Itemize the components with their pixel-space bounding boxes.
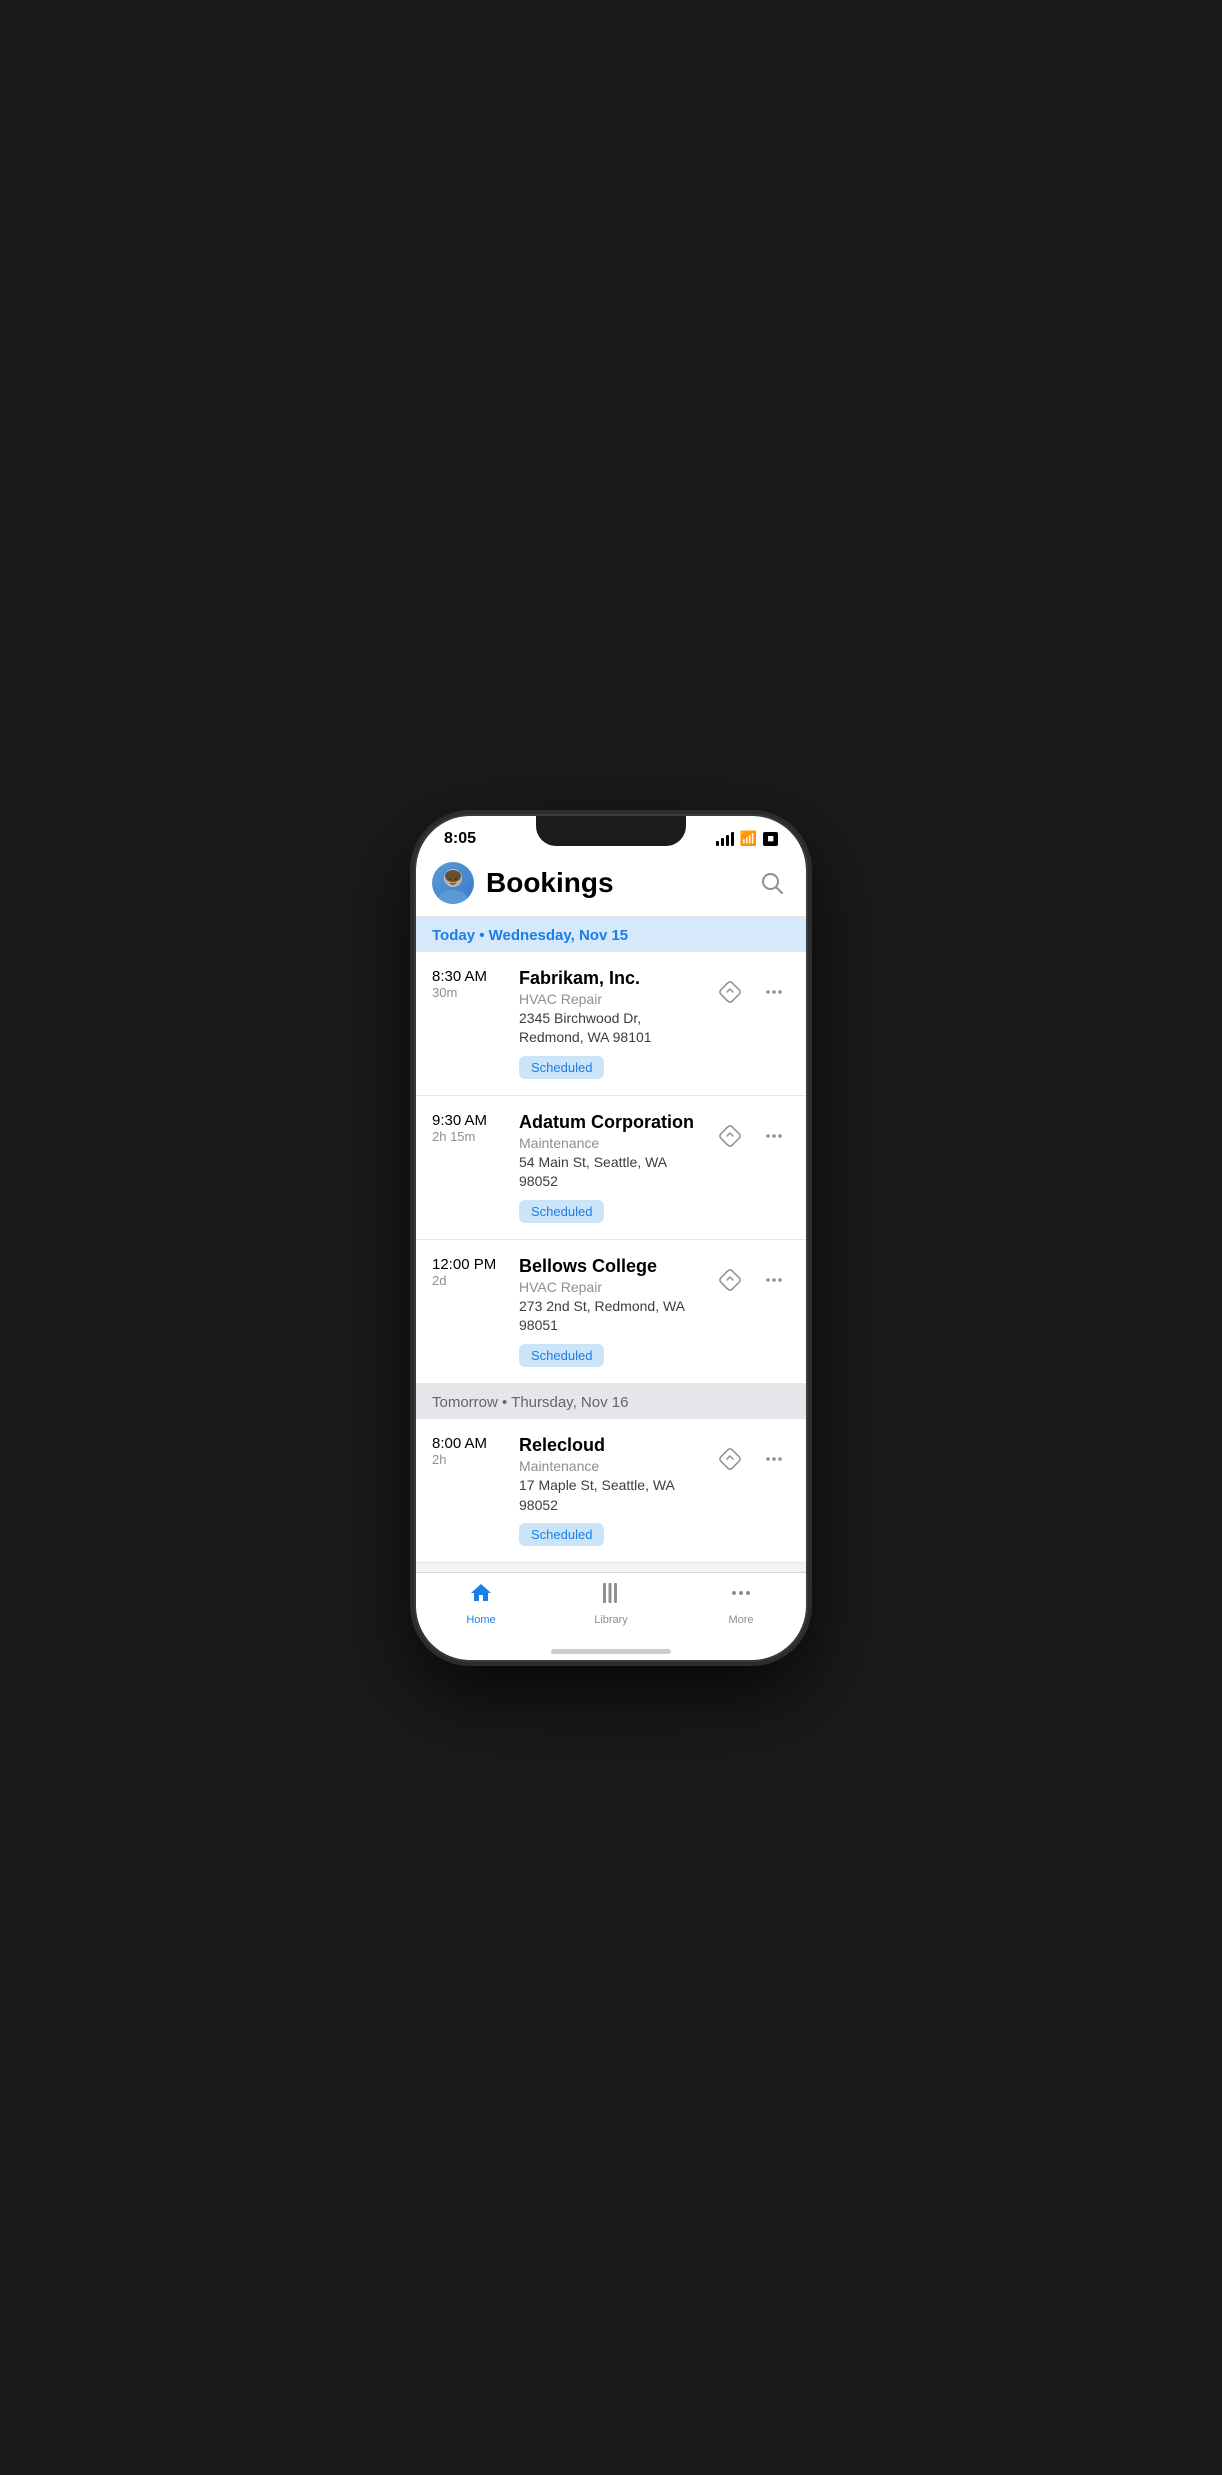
booking-actions-4 (714, 1435, 790, 1475)
navigate-button-2[interactable] (714, 1120, 746, 1152)
booking-time-4: 8:00 AM 2h (432, 1435, 507, 1467)
more-icon (764, 1126, 784, 1146)
status-badge-4: Scheduled (519, 1523, 604, 1546)
home-icon (469, 1581, 493, 1611)
tab-more-label: More (728, 1614, 753, 1626)
more-icon (764, 1449, 784, 1469)
booking-item: 9:30 AM 2h 15m Adatum Corporation Mainte… (416, 1096, 806, 1240)
notch (536, 816, 686, 846)
booking-time-3: 12:00 PM 2d (432, 1256, 507, 1288)
booking-actions-3 (714, 1256, 790, 1296)
home-indicator (551, 1649, 671, 1654)
tab-library-label: Library (594, 1614, 628, 1626)
navigate-icon (717, 979, 743, 1005)
status-icons: 📶 ■ (716, 830, 778, 847)
tab-bar: Home Library (416, 1572, 806, 1660)
status-badge-2: Scheduled (519, 1200, 604, 1223)
more-button-2[interactable] (758, 1120, 790, 1152)
more-icon (764, 1270, 784, 1290)
booking-details-2: Adatum Corporation Maintenance 54 Main S… (519, 1112, 706, 1223)
more-dots-icon (729, 1581, 753, 1611)
booking-actions-1 (714, 968, 790, 1008)
search-button[interactable] (754, 865, 790, 901)
date-header-today: Today • Wednesday, Nov 15 (416, 917, 806, 952)
scroll-content[interactable]: Today • Wednesday, Nov 15 8:30 AM 30m Fa… (416, 917, 806, 1601)
booking-details-3: Bellows College HVAC Repair 273 2nd St, … (519, 1256, 706, 1367)
booking-details-1: Fabrikam, Inc. HVAC Repair 2345 Birchwoo… (519, 968, 706, 1079)
status-badge-3: Scheduled (519, 1344, 604, 1367)
status-time: 8:05 (444, 830, 476, 848)
avatar[interactable] (432, 862, 474, 904)
status-badge-1: Scheduled (519, 1056, 604, 1079)
navigate-icon (717, 1446, 743, 1472)
battery-icon: ■ (763, 832, 778, 846)
booking-item: 12:00 PM 2d Bellows College HVAC Repair … (416, 1240, 806, 1384)
more-button-1[interactable] (758, 976, 790, 1008)
app-header: Bookings (416, 852, 806, 917)
tab-home-label: Home (466, 1614, 495, 1626)
more-button-3[interactable] (758, 1264, 790, 1296)
navigate-button-1[interactable] (714, 976, 746, 1008)
navigate-icon (717, 1123, 743, 1149)
booking-details-4: Relecloud Maintenance 17 Maple St, Seatt… (519, 1435, 706, 1546)
more-icon (764, 982, 784, 1002)
signal-icon (716, 832, 734, 846)
more-button-4[interactable] (758, 1443, 790, 1475)
tab-library[interactable]: Library (546, 1581, 676, 1626)
navigate-button-3[interactable] (714, 1264, 746, 1296)
wifi-icon: 📶 (740, 830, 757, 847)
phone-screen: 8:05 📶 ■ (416, 816, 806, 1660)
search-icon (761, 872, 783, 894)
booking-item: 8:30 AM 30m Fabrikam, Inc. HVAC Repair 2… (416, 952, 806, 1096)
date-header-tomorrow: Tomorrow • Thursday, Nov 16 (416, 1384, 806, 1419)
person-svg (432, 862, 474, 904)
navigate-button-4[interactable] (714, 1443, 746, 1475)
tab-home[interactable]: Home (416, 1581, 546, 1626)
app-title: Bookings (486, 867, 754, 899)
booking-actions-2 (714, 1112, 790, 1152)
booking-time-2: 9:30 AM 2h 15m (432, 1112, 507, 1144)
navigate-icon (717, 1267, 743, 1293)
avatar-image (432, 862, 474, 904)
phone-frame: 8:05 📶 ■ (416, 816, 806, 1660)
booking-item: 8:00 AM 2h Relecloud Maintenance 17 Mapl… (416, 1419, 806, 1563)
library-icon (599, 1581, 623, 1611)
booking-time-1: 8:30 AM 30m (432, 968, 507, 1000)
tab-more[interactable]: More (676, 1581, 806, 1626)
